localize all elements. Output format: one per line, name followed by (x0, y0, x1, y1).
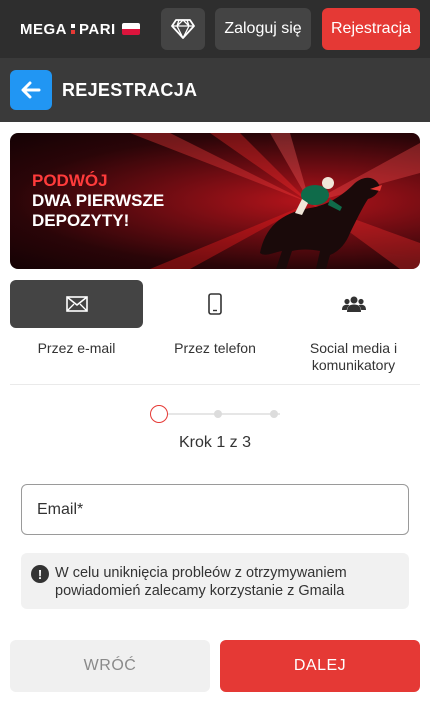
exclamation-circle-icon: ! (31, 565, 49, 583)
banner-line-2: DWA PIERWSZE (32, 191, 165, 210)
banner-headline: PODWÓJ DWA PIERWSZE DEPOZYTY! (32, 171, 164, 231)
tab-phone[interactable] (149, 280, 281, 328)
register-button[interactable]: Rejestracja (322, 8, 420, 50)
diamond-icon (171, 19, 195, 39)
next-button[interactable]: DALEJ (220, 640, 420, 692)
tab-phone-label[interactable]: Przez telefon (149, 340, 281, 357)
logo-text-right: PARI (79, 20, 116, 38)
page-title: REJESTRACJA (62, 80, 198, 100)
section-divider (10, 384, 420, 385)
banner-line-3: DEPOZYTY! (32, 211, 130, 230)
step-2-dot (214, 410, 222, 418)
megapari-logo[interactable]: MEGA PARI (20, 19, 140, 39)
envelope-icon (65, 296, 88, 312)
back-button[interactable]: WRÓĆ (10, 640, 210, 692)
step-3-dot (270, 410, 278, 418)
notice-text: W celu uniknięcia probleów z otrzymywani… (55, 565, 347, 599)
tab-email[interactable] (10, 280, 143, 328)
step-indicator (150, 404, 280, 424)
step-label: Krok 1 z 3 (178, 434, 252, 451)
gmail-notice: ! W celu uniknięcia probleów z otrzymywa… (21, 553, 409, 609)
poland-flag-icon (121, 23, 140, 35)
bonus-diamond-button[interactable] (161, 8, 205, 50)
step-1-dot (150, 405, 168, 423)
arrow-left-icon (21, 81, 41, 99)
phone-icon (208, 293, 222, 315)
header-back-button[interactable] (10, 70, 52, 110)
tab-email-label[interactable]: Przez e-mail (10, 340, 143, 357)
logo-separator (70, 22, 76, 36)
page-header: REJESTRACJA (0, 58, 430, 122)
promo-banner[interactable]: PODWÓJ DWA PIERWSZE DEPOZYTY! (10, 133, 420, 269)
logo-text-left: MEGA (20, 20, 67, 38)
tab-social[interactable] (287, 280, 420, 328)
users-icon (341, 296, 366, 312)
top-bar: MEGA PARI Zaloguj się Rejestracja (0, 0, 430, 58)
email-field-label: Email* (37, 501, 84, 518)
email-field[interactable]: Email* (21, 484, 409, 535)
tab-social-label[interactable]: Social media i komunikatory (297, 340, 410, 374)
banner-line-1: PODWÓJ (32, 171, 108, 190)
login-button[interactable]: Zaloguj się (215, 8, 311, 50)
step-track (168, 413, 280, 415)
